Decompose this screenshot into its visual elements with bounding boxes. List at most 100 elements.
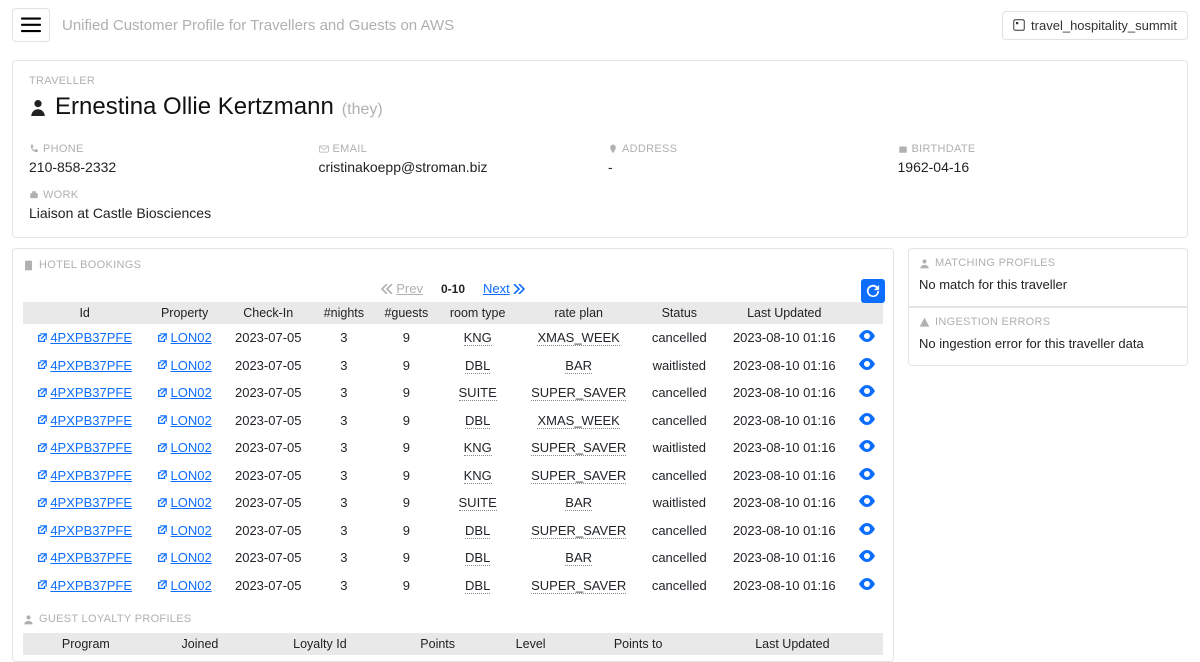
- building-icon: [23, 260, 34, 271]
- view-button[interactable]: [859, 468, 875, 480]
- guests-cell: 9: [374, 352, 438, 380]
- table-column-header: Last Updated: [702, 633, 883, 655]
- view-button[interactable]: [859, 550, 875, 562]
- status-cell: cancelled: [641, 572, 718, 600]
- email-value: cristinakoepp@stroman.biz: [319, 159, 593, 175]
- checkin-cell: 2023-07-05: [223, 434, 314, 462]
- work-icon: [29, 190, 39, 200]
- rate-cell: SUPER_SAVER: [517, 517, 641, 545]
- view-button[interactable]: [859, 358, 875, 370]
- status-cell: cancelled: [641, 407, 718, 435]
- booking-id-link[interactable]: 4PXPB37PFE: [37, 523, 132, 538]
- menu-toggle[interactable]: [12, 8, 50, 42]
- domain-selected-text: travel_hospitality_summit: [1031, 18, 1177, 33]
- pager-prev[interactable]: Prev: [381, 281, 423, 296]
- property-link[interactable]: LON02: [157, 578, 211, 593]
- rate-cell: SUPER_SAVER: [517, 572, 641, 600]
- property-link[interactable]: LON02: [157, 440, 211, 455]
- booking-id-link[interactable]: 4PXPB37PFE: [37, 358, 132, 373]
- checkin-cell: 2023-07-05: [223, 572, 314, 600]
- rate-cell: XMAS_WEEK: [517, 407, 641, 435]
- room-cell: DBL: [439, 352, 517, 380]
- table-column-header: Last Updated: [718, 302, 851, 324]
- view-button[interactable]: [859, 413, 875, 425]
- room-cell: DBL: [439, 517, 517, 545]
- table-column-header: Loyalty Id: [251, 633, 388, 655]
- booking-id-link[interactable]: 4PXPB37PFE: [37, 550, 132, 565]
- booking-id-link[interactable]: 4PXPB37PFE: [37, 385, 132, 400]
- table-column-header: rate plan: [517, 302, 641, 324]
- property-link[interactable]: LON02: [157, 523, 211, 538]
- view-button[interactable]: [859, 523, 875, 535]
- pager-next[interactable]: Next: [483, 281, 525, 296]
- nights-cell: 3: [314, 517, 374, 545]
- phone-icon: [29, 144, 39, 154]
- status-cell: waitlisted: [641, 489, 718, 517]
- booking-id-link[interactable]: 4PXPB37PFE: [37, 413, 132, 428]
- table-column-header: Level: [487, 633, 575, 655]
- view-button[interactable]: [859, 330, 875, 342]
- property-link[interactable]: LON02: [157, 468, 211, 483]
- nights-cell: 3: [314, 407, 374, 435]
- rate-cell: SUPER_SAVER: [517, 379, 641, 407]
- nights-cell: 3: [314, 379, 374, 407]
- booking-id-link[interactable]: 4PXPB37PFE: [37, 330, 132, 345]
- guests-cell: 9: [374, 379, 438, 407]
- booking-id-link[interactable]: 4PXPB37PFE: [37, 440, 132, 455]
- property-link[interactable]: LON02: [157, 358, 211, 373]
- table-column-header: room type: [439, 302, 517, 324]
- room-cell: DBL: [439, 407, 517, 435]
- checkin-cell: 2023-07-05: [223, 489, 314, 517]
- work-value: Liaison at Castle Biosciences: [29, 205, 1171, 221]
- guests-cell: 9: [374, 544, 438, 572]
- view-button[interactable]: [859, 495, 875, 507]
- guests-cell: 9: [374, 324, 438, 352]
- rate-cell: SUPER_SAVER: [517, 462, 641, 490]
- updated-cell: 2023-08-10 01:16: [718, 517, 851, 545]
- app-title: Unified Customer Profile for Travellers …: [62, 17, 990, 34]
- rate-cell: BAR: [517, 352, 641, 380]
- room-cell: SUITE: [439, 379, 517, 407]
- warning-icon: [919, 317, 930, 328]
- table-row: 4PXPB37PFELON022023-07-0539DBLBARwaitlis…: [23, 352, 883, 380]
- booking-id-link[interactable]: 4PXPB37PFE: [37, 468, 132, 483]
- checkin-cell: 2023-07-05: [223, 462, 314, 490]
- table-column-header: Joined: [149, 633, 251, 655]
- property-link[interactable]: LON02: [157, 413, 211, 428]
- checkin-cell: 2023-07-05: [223, 517, 314, 545]
- table-column-header: Property: [146, 302, 223, 324]
- property-link[interactable]: LON02: [157, 495, 211, 510]
- updated-cell: 2023-08-10 01:16: [718, 572, 851, 600]
- person-small-icon: [23, 614, 34, 625]
- view-button[interactable]: [859, 440, 875, 452]
- status-cell: waitlisted: [641, 352, 718, 380]
- status-cell: cancelled: [641, 462, 718, 490]
- view-button[interactable]: [859, 385, 875, 397]
- ingestion-errors-title: INGESTION ERRORS: [919, 316, 1177, 328]
- guests-cell: 9: [374, 517, 438, 545]
- loyalty-title: GUEST LOYALTY PROFILES: [23, 613, 883, 625]
- updated-cell: 2023-08-10 01:16: [718, 434, 851, 462]
- person-small-icon: [919, 258, 930, 269]
- room-cell: KNG: [439, 462, 517, 490]
- traveller-name: Ernestina Ollie Kertzmann: [55, 93, 334, 121]
- view-button[interactable]: [859, 578, 875, 590]
- updated-cell: 2023-08-10 01:16: [718, 544, 851, 572]
- property-link[interactable]: LON02: [157, 330, 211, 345]
- guests-cell: 9: [374, 572, 438, 600]
- hamburger-icon: [21, 17, 41, 33]
- nights-cell: 3: [314, 489, 374, 517]
- booking-id-link[interactable]: 4PXPB37PFE: [37, 578, 132, 593]
- checkin-cell: 2023-07-05: [223, 407, 314, 435]
- checkin-cell: 2023-07-05: [223, 324, 314, 352]
- property-link[interactable]: LON02: [157, 385, 211, 400]
- nights-cell: 3: [314, 544, 374, 572]
- ingestion-errors-card: INGESTION ERRORS No ingestion error for …: [908, 307, 1188, 366]
- status-cell: cancelled: [641, 517, 718, 545]
- domain-select[interactable]: travel_hospitality_summit: [1002, 11, 1188, 40]
- table-row: 4PXPB37PFE LON02 2023-07-0539DBLSUPER_SAVE…: [23, 517, 883, 545]
- property-link[interactable]: LON02: [157, 550, 211, 565]
- table-row: 4PXPB37PFELON022023-07-0539SUITESUPER_SA…: [23, 379, 883, 407]
- booking-id-link[interactable]: 4PXPB37PFE: [37, 495, 132, 510]
- table-row: 4PXPB37PFELON022023-07-0539KNGSUPER_SAVE…: [23, 462, 883, 490]
